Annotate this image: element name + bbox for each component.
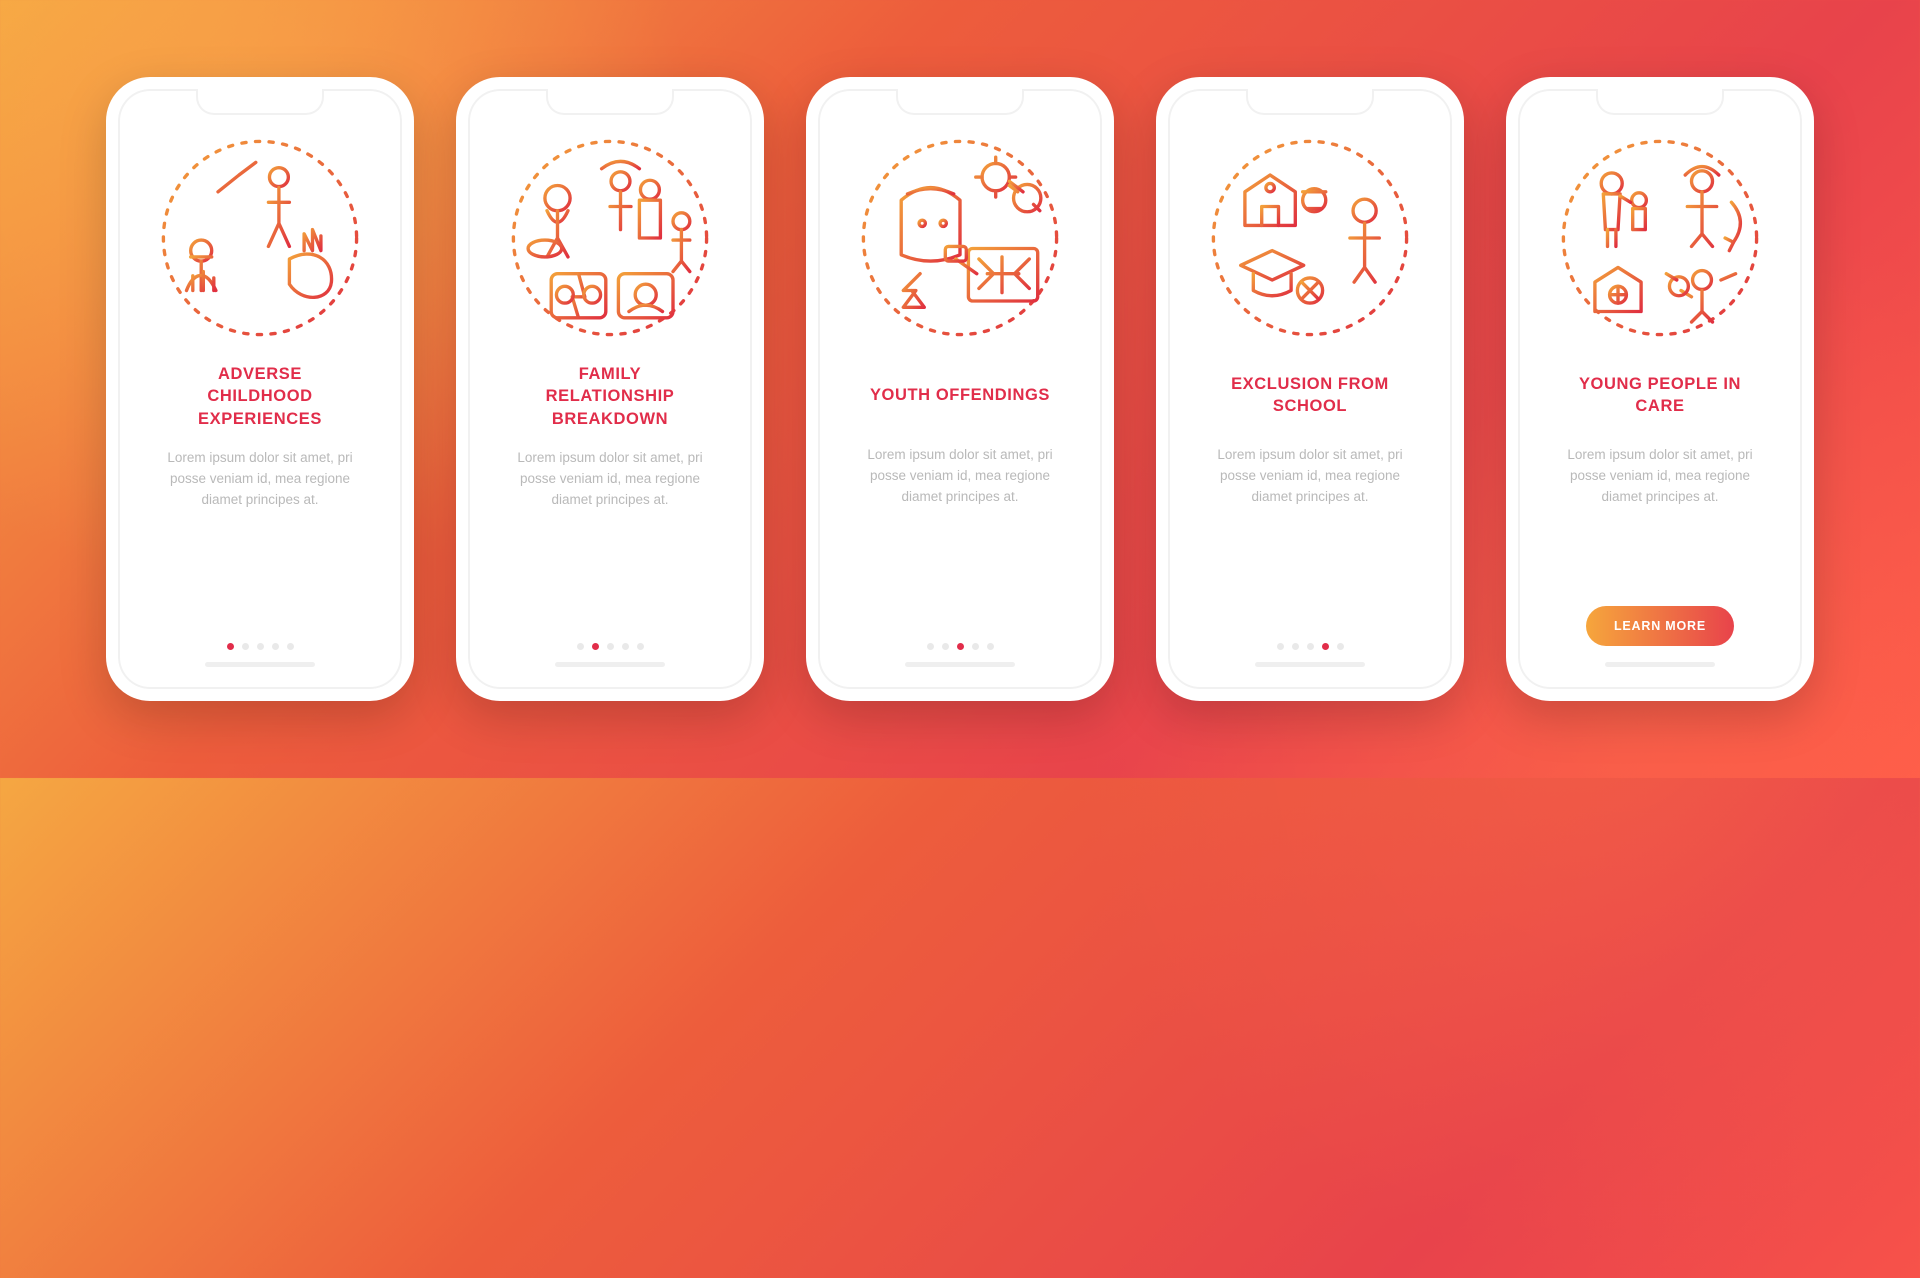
phone-notch xyxy=(1246,89,1374,115)
learn-more-button[interactable]: LEARN MORE xyxy=(1586,606,1734,646)
onboarding-screens-row: ADVERSE CHILDHOOD EXPERIENCES Lorem ipsum… xyxy=(106,77,1814,701)
carousel-dot-4[interactable] xyxy=(972,643,979,650)
home-indicator xyxy=(555,662,665,667)
screen-body-text: Lorem ipsum dolor sit amet, pri posse ve… xyxy=(492,448,728,511)
carousel-dot-2[interactable] xyxy=(942,643,949,650)
carousel-dot-4[interactable] xyxy=(622,643,629,650)
carousel-dots xyxy=(927,643,994,650)
carousel-dot-2[interactable] xyxy=(1292,643,1299,650)
screen-body-text: Lorem ipsum dolor sit amet, pri posse ve… xyxy=(842,445,1078,508)
young-people-care-icon xyxy=(1555,133,1765,343)
carousel-dots xyxy=(227,643,294,650)
home-indicator xyxy=(205,662,315,667)
phone-screen-5: YOUNG PEOPLE IN CARE Lorem ipsum dolor si… xyxy=(1506,77,1814,701)
carousel-dot-1[interactable] xyxy=(577,643,584,650)
carousel-dot-5[interactable] xyxy=(1337,643,1344,650)
exclusion-school-icon xyxy=(1205,133,1415,343)
carousel-dot-2[interactable] xyxy=(242,643,249,650)
carousel-dot-5[interactable] xyxy=(987,643,994,650)
screen-title: EXCLUSION FROM SCHOOL xyxy=(1231,363,1389,427)
carousel-dots xyxy=(577,643,644,650)
adverse-childhood-icon xyxy=(155,133,365,343)
phone-screen-3: YOUTH OFFENDINGS Lorem ipsum dolor sit am… xyxy=(806,77,1114,701)
screen-body-text: Lorem ipsum dolor sit amet, pri posse ve… xyxy=(142,448,378,511)
carousel-dot-1[interactable] xyxy=(1277,643,1284,650)
carousel-dot-5[interactable] xyxy=(637,643,644,650)
carousel-dot-3[interactable] xyxy=(607,643,614,650)
home-indicator xyxy=(1605,662,1715,667)
carousel-dot-3[interactable] xyxy=(1307,643,1314,650)
family-breakdown-icon xyxy=(505,133,715,343)
screen-title: FAMILY RELATIONSHIP BREAKDOWN xyxy=(546,363,675,430)
home-indicator xyxy=(905,662,1015,667)
carousel-dot-1[interactable] xyxy=(927,643,934,650)
phone-notch xyxy=(896,89,1024,115)
screen-title: YOUNG PEOPLE IN CARE xyxy=(1579,363,1741,427)
phone-notch xyxy=(196,89,324,115)
carousel-dot-4[interactable] xyxy=(272,643,279,650)
phone-notch xyxy=(1596,89,1724,115)
youth-offendings-icon xyxy=(855,133,1065,343)
screen-title: ADVERSE CHILDHOOD EXPERIENCES xyxy=(198,363,322,430)
carousel-dot-1[interactable] xyxy=(227,643,234,650)
phone-notch xyxy=(546,89,674,115)
screen-title: YOUTH OFFENDINGS xyxy=(870,363,1050,427)
carousel-dot-5[interactable] xyxy=(287,643,294,650)
carousel-dot-3[interactable] xyxy=(957,643,964,650)
phone-screen-4: EXCLUSION FROM SCHOOL Lorem ipsum dolor s… xyxy=(1156,77,1464,701)
carousel-dot-3[interactable] xyxy=(257,643,264,650)
screen-body-text: Lorem ipsum dolor sit amet, pri posse ve… xyxy=(1542,445,1778,508)
phone-screen-2: FAMILY RELATIONSHIP BREAKDOWN Lorem ipsum… xyxy=(456,77,764,701)
carousel-dot-4[interactable] xyxy=(1322,643,1329,650)
carousel-dot-2[interactable] xyxy=(592,643,599,650)
phone-screen-1: ADVERSE CHILDHOOD EXPERIENCES Lorem ipsum… xyxy=(106,77,414,701)
carousel-dots xyxy=(1277,643,1344,650)
screen-body-text: Lorem ipsum dolor sit amet, pri posse ve… xyxy=(1192,445,1428,508)
home-indicator xyxy=(1255,662,1365,667)
